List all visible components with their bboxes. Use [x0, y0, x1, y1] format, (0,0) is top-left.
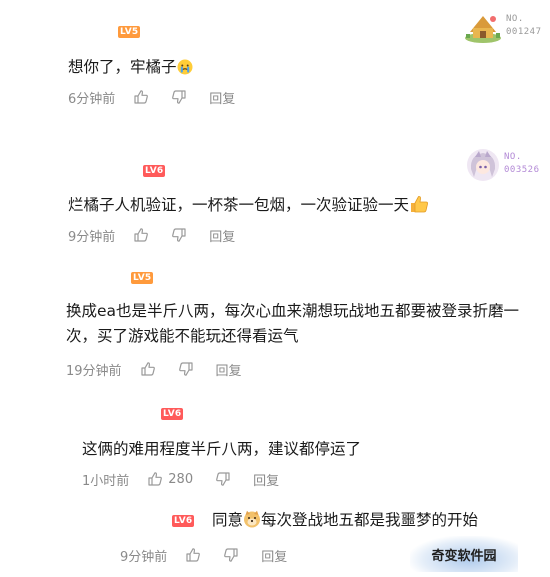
thumbs-up-icon [186, 548, 201, 562]
cabin-badge-icon [462, 8, 504, 48]
comment-time: 9分钟前 [68, 229, 116, 245]
dislike-button[interactable] [171, 227, 187, 243]
anime-girl-badge-icon [465, 147, 501, 187]
level-badge: LV6 [161, 408, 184, 420]
comment-text: 这俩的难用程度半斤八两，建议都停运了 [82, 440, 362, 458]
reply-button[interactable]: 回复 [216, 360, 242, 379]
comment-time: 19分钟前 [66, 363, 122, 379]
dislike-button[interactable] [178, 361, 194, 377]
level-badge: LV6 [172, 515, 195, 527]
level-badge: LV6 [143, 165, 166, 177]
comment-text: 同意 每次登战地五都是我噩梦的开始 [212, 508, 478, 536]
comment-meta: 19分钟前 回复 [66, 359, 242, 379]
badge-number-label: NO. [504, 152, 522, 162]
comment-text: 烂橘子人机验证，一杯茶一包烟，一次验证验一天 [68, 193, 429, 221]
reply-button[interactable]: 回复 [253, 470, 279, 489]
thumbs-down-icon [172, 90, 186, 104]
thumbs-up-icon [140, 362, 155, 376]
comment-meta: 6分钟前 回复 [68, 87, 235, 107]
dislike-button[interactable] [215, 471, 231, 487]
level-badge: LV5 [131, 272, 154, 284]
comment-3: LV5 换成ea也是半斤八两，每次心血来潮想玩战地五都要被登录折磨一 次，买了游… [0, 262, 550, 392]
thumbs-up-icon [134, 90, 149, 104]
comment-meta: 1小时前 280 回复 [82, 469, 279, 489]
thumbs-down-icon [216, 472, 230, 486]
like-button[interactable] [185, 547, 201, 563]
comment-meta: 9分钟前 回复 [68, 225, 235, 245]
thumbs-down-icon [224, 548, 238, 562]
comment-text: 换成ea也是半斤八两，每次心血来潮想玩战地五都要被登录折磨一 次，买了游戏能不能… [66, 299, 550, 349]
comment-time: 6分钟前 [68, 91, 116, 107]
comment-time: 1小时前 [82, 473, 130, 489]
like-button[interactable] [140, 361, 156, 377]
level-badge: LV5 [118, 26, 141, 38]
reply-button[interactable]: 回复 [209, 88, 235, 107]
dislike-button[interactable] [223, 547, 239, 563]
reply-button[interactable]: 回复 [261, 546, 287, 565]
badge-number-label: NO. [506, 14, 524, 24]
like-button[interactable]: 280 [147, 471, 193, 487]
comment-2: LV6 NO. 003526 烂橘子人机验证，一杯茶一包烟，一次验证验一天 9分… [0, 140, 550, 260]
comment-4: LV6 这俩的难用程度半斤八两，建议都停运了 1小时前 280 回复 [0, 400, 550, 500]
comment-time: 9分钟前 [120, 549, 168, 565]
badge-number: 003526 [504, 165, 540, 175]
dislike-button[interactable] [171, 89, 187, 105]
doge-emoji-icon [243, 510, 261, 536]
comment-1: LV5 NO. 001247 想你了，牢橘子 6分钟前 回复 [0, 0, 550, 120]
like-count: 280 [168, 471, 194, 487]
comment-text-line-2: 次，买了游戏能不能玩还得看运气 [66, 327, 299, 345]
thumbs-up-emoji-icon [409, 195, 429, 221]
thumbs-down-icon [172, 228, 186, 242]
crying-emoji-icon [177, 58, 193, 83]
comment-meta: 9分钟前 回复 [120, 545, 287, 565]
badge-number: 001247 [506, 27, 542, 37]
watermark: 奇变软件园 [410, 536, 518, 572]
comment-text: 想你了，牢橘子 [68, 55, 193, 83]
like-button[interactable] [133, 227, 149, 243]
like-button[interactable] [133, 89, 149, 105]
thumbs-down-icon [178, 362, 193, 376]
reply-button[interactable]: 回复 [209, 226, 235, 245]
thumbs-up-icon [148, 472, 163, 486]
thumbs-up-icon [134, 228, 149, 242]
comment-text-line-1: 换成ea也是半斤八两，每次心血来潮想玩战地五都要被登录折磨一 [66, 302, 520, 320]
